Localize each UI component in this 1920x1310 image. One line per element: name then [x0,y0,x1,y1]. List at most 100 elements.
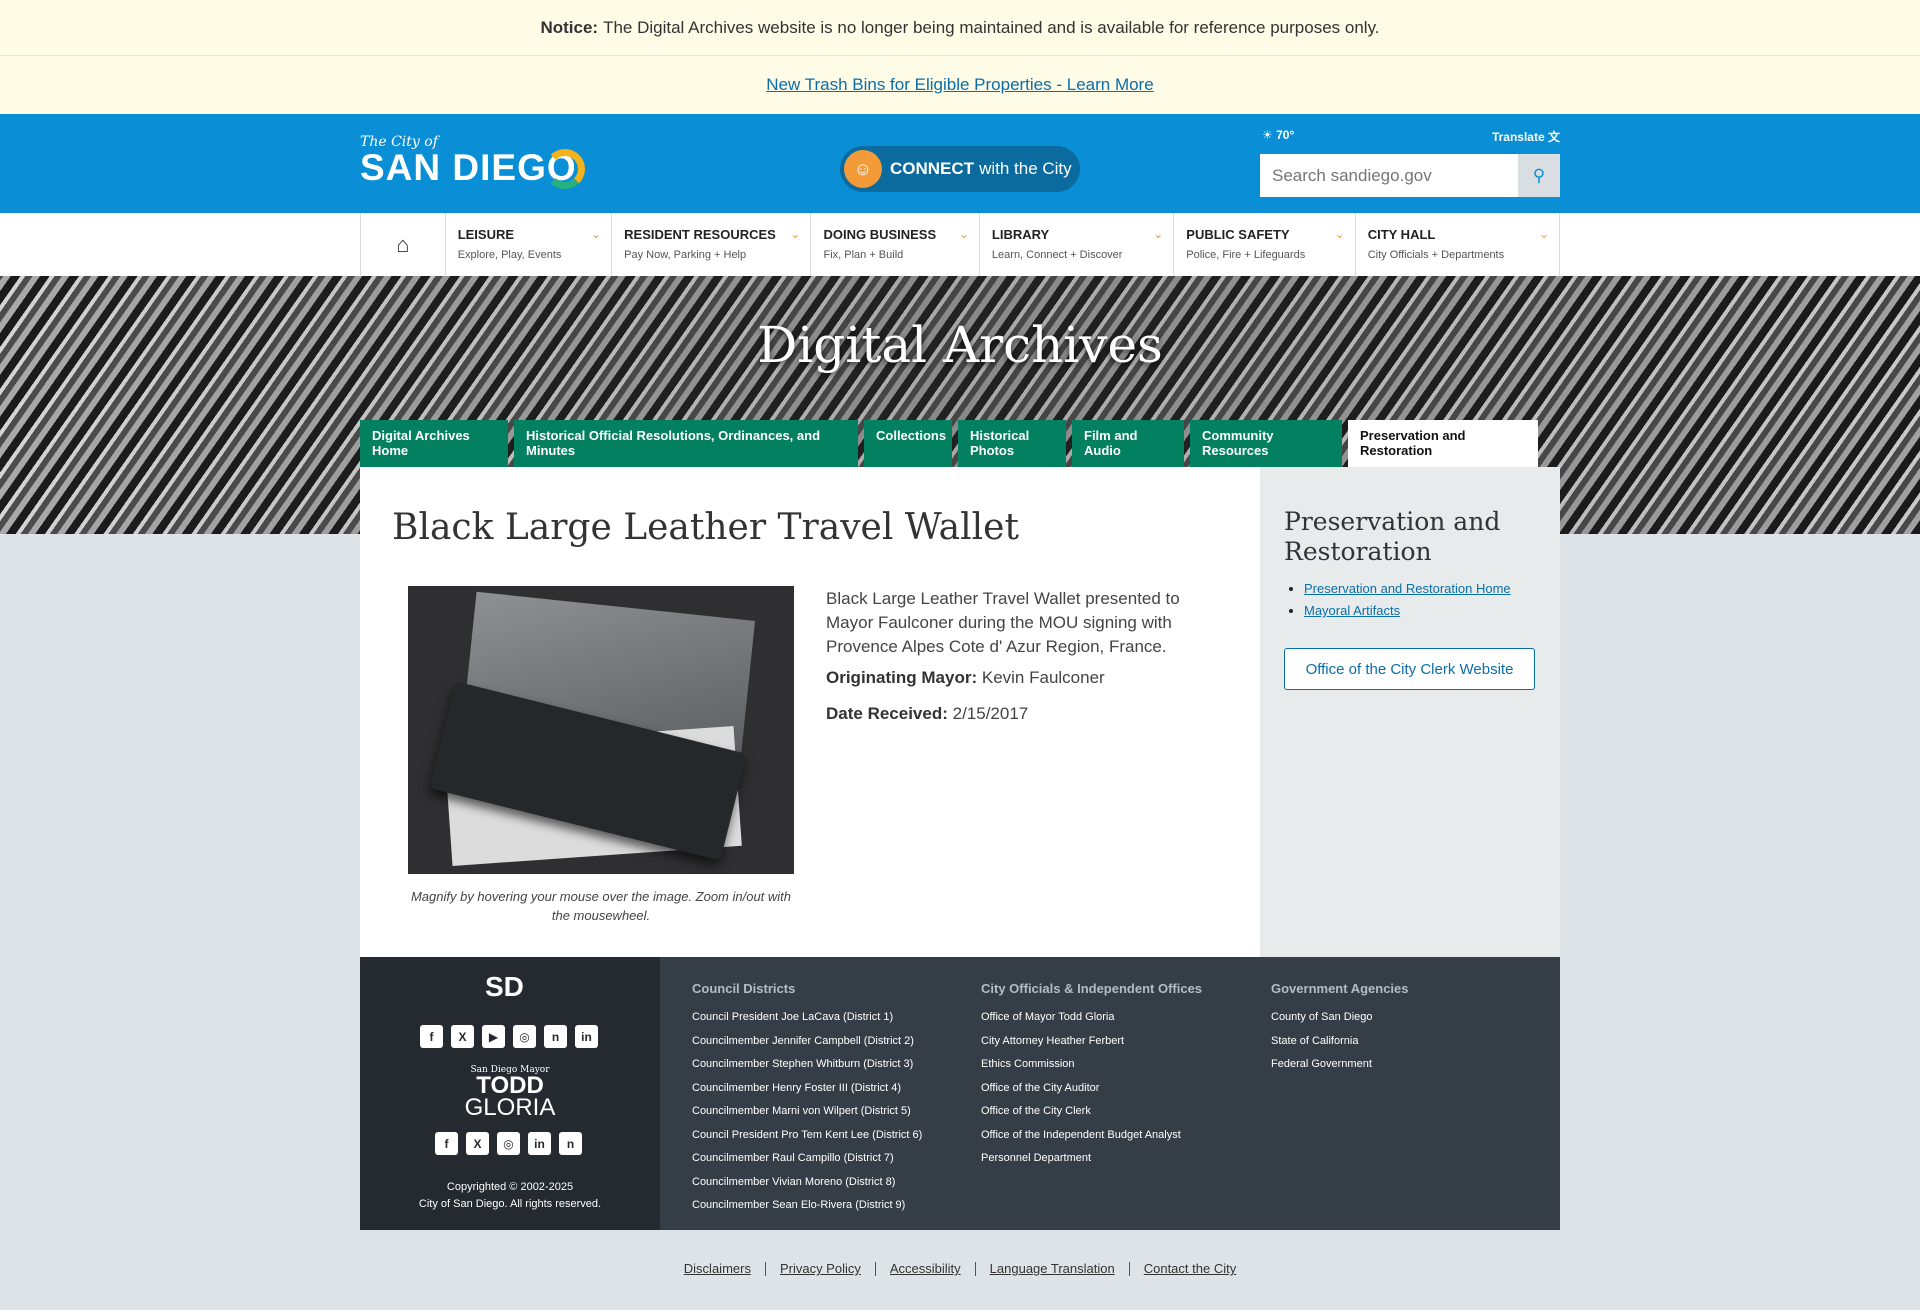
hero-title: Digital Archives [757,316,1163,374]
footer-agency-links: County of San Diego State of California Fe… [1271,1006,1409,1077]
tab-6[interactable]: Preservation and Restoration [1348,420,1538,467]
facebook-icon[interactable]: f [420,1025,443,1048]
mayor-logo[interactable]: San Diego Mayor TODD GLORIA [455,1065,565,1121]
nextdoor-icon[interactable]: n [559,1132,582,1155]
connect-button[interactable]: ☺ CONNECT with the City [840,146,1080,192]
photo-caption: Magnify by hovering your mouse over the … [410,889,792,923]
nav-item-leisure[interactable]: LEISURE Explore, Play, Events ⌄ [446,213,613,276]
site-header: The City of SAN DIEGO ☺ CONNECT with the… [0,114,1920,213]
footer-link[interactable]: Office of Mayor Todd Gloria [981,1006,1202,1030]
home-icon[interactable]: ⌂ [361,213,446,276]
search-input[interactable] [1260,154,1518,197]
footer-link[interactable]: Office of the City Auditor [981,1077,1202,1101]
page-title: Black Large Leather Travel Wallet [392,507,1019,548]
sidebar-link-home[interactable]: Preservation and Restoration Home [1304,581,1511,596]
nav-item-title: RESIDENT RESOURCES [624,227,776,242]
item-photo[interactable] [408,586,794,874]
tab-0[interactable]: Digital Archives Home [360,420,508,467]
legal-links: Disclaimers Privacy Policy Accessibility La… [0,1262,1920,1276]
sd-logo[interactable]: SD [485,971,524,1003]
legal-link-privacy-policy[interactable]: Privacy Policy [764,1262,875,1276]
translate-label: Translate [1491,130,1545,144]
sidebar-list-item: Mayoral Artifacts [1304,603,1511,618]
legal-link-contact-the-city[interactable]: Contact the City [1128,1262,1251,1276]
footer-link[interactable]: Councilmember Vivian Moreno (District 8) [692,1171,922,1195]
footer-link[interactable]: Council President Pro Tem Kent Lee (Dist… [692,1124,922,1148]
nav-item-doing-business[interactable]: DOING BUSINESS Fix, Plan + Build ⌄ [811,213,980,276]
nav-item-resident-resources[interactable]: RESIDENT RESOURCES Pay Now, Parking + Hel… [612,213,812,276]
nav-item-subtitle: Explore, Play, Events [457,249,562,261]
translate-icon: 文 [1547,130,1560,144]
chevron-down-icon: ⌄ [790,227,801,241]
tab-1[interactable]: Historical Official Resolutions, Ordinan… [514,420,858,467]
footer-link[interactable]: Councilmember Stephen Whitburn (District… [692,1053,922,1077]
sidebar-links: Preservation and Restoration Home Mayora… [1304,581,1511,625]
date-field: Date Received: 2/15/2017 [826,704,1028,724]
footer-link[interactable]: Personnel Department [981,1147,1202,1171]
footer-col-agencies: Government Agencies County of San Diego S… [1271,981,1409,1077]
x-icon[interactable]: X [466,1132,489,1155]
nav-item-subtitle: City Officials + Departments [1367,249,1505,261]
tab-3[interactable]: Historical Photos [958,420,1066,467]
logo-arc-icon [544,149,585,189]
tab-5[interactable]: Community Resources [1190,420,1342,467]
youtube-icon[interactable]: ▶ [482,1025,505,1048]
nav-item-library[interactable]: LIBRARY Learn, Connect + Discover ⌄ [980,213,1175,276]
footer-link[interactable]: Councilmember Raul Campillo (District 7) [692,1147,922,1171]
mayor-last: GLORIA [464,1094,556,1121]
nav-item-city-hall[interactable]: CITY HALL City Officials + Departments ⌄ [1356,213,1560,276]
footer-link[interactable]: Councilmember Marni von Wilpert (Distric… [692,1100,922,1124]
legal-link-disclaimers[interactable]: Disclaimers [670,1262,765,1276]
instagram-icon[interactable]: ◎ [497,1132,520,1155]
x-icon[interactable]: X [451,1025,474,1048]
sidebar: Preservation and Restoration Preservatio… [1260,467,1560,957]
nav-item-subtitle: Learn, Connect + Discover [991,249,1123,261]
tab-2[interactable]: Collections [864,420,952,467]
footer-link[interactable]: Council President Joe LaCava (District 1… [692,1006,922,1030]
mayor-value: Kevin Faulconer [981,668,1105,687]
tab-4[interactable]: Film and Audio [1072,420,1184,467]
nav-item-title: LIBRARY [991,227,1050,242]
footer-link[interactable]: City Attorney Heather Ferbert [981,1030,1202,1054]
nav-item-subtitle: Fix, Plan + Build [823,249,904,261]
item-description: Black Large Leather Travel Wallet presen… [826,589,1180,656]
nav-item-public-safety[interactable]: PUBLIC SAFETY Police, Fire + Lifeguards ⌄ [1174,213,1356,276]
footer-link[interactable]: Councilmember Henry Foster III (District… [692,1077,922,1101]
weather-temp: 70° [1276,128,1295,142]
linkedin-icon[interactable]: in [528,1132,551,1155]
sidebar-link-mayoral[interactable]: Mayoral Artifacts [1304,603,1400,618]
city-logo[interactable]: The City of SAN DIEGO [360,134,585,189]
footer-link[interactable]: Office of the Independent Budget Analyst [981,1124,1202,1148]
footer-heading-agencies: Government Agencies [1271,981,1409,996]
translate-button[interactable]: Translate 文 [1492,128,1560,145]
footer-link[interactable]: Councilmember Sean Elo-Rivera (District … [692,1194,922,1218]
facebook-icon[interactable]: f [435,1132,458,1155]
nav-item-title: DOING BUSINESS [823,227,937,242]
legal-link-accessibility[interactable]: Accessibility [874,1262,975,1276]
footer-col-council: Council Districts Council President Joe … [692,981,922,1218]
footer-link[interactable]: Ethics Commission [981,1053,1202,1077]
nav-item-title: LEISURE [457,227,515,242]
weather-widget[interactable]: ☀ 70° [1262,128,1294,142]
nextdoor-icon[interactable]: n [544,1025,567,1048]
sidebar-list-item: Preservation and Restoration Home [1304,581,1511,596]
footer-link[interactable]: County of San Diego [1271,1006,1409,1030]
alert-link[interactable]: New Trash Bins for Eligible Properties -… [766,75,1153,95]
instagram-icon[interactable]: ◎ [513,1025,536,1048]
section-tabs: Digital Archives Home Historical Official… [360,420,1560,467]
footer-col-officials: City Officials & Independent Offices Off… [981,981,1202,1171]
search-button[interactable]: ⚲ [1518,154,1560,197]
legal-link-language-translation[interactable]: Language Translation [974,1262,1129,1276]
linkedin-icon[interactable]: in [575,1025,598,1048]
footer-link[interactable]: State of California [1271,1030,1409,1054]
city-clerk-button[interactable]: Office of the City Clerk Website [1284,648,1535,690]
footer-link[interactable]: Councilmember Jennifer Campbell (Distric… [692,1030,922,1054]
chevron-down-icon: ⌄ [1538,227,1549,241]
footer-link[interactable]: Office of the City Clerk [981,1100,1202,1124]
notice-label: Notice: [540,17,599,37]
chevron-down-icon: ⌄ [1153,227,1164,241]
sun-icon: ☀ [1262,128,1273,142]
connect-rest: with the City [979,159,1072,178]
nav-item-subtitle: Police, Fire + Lifeguards [1186,249,1306,261]
footer-link[interactable]: Federal Government [1271,1053,1409,1077]
